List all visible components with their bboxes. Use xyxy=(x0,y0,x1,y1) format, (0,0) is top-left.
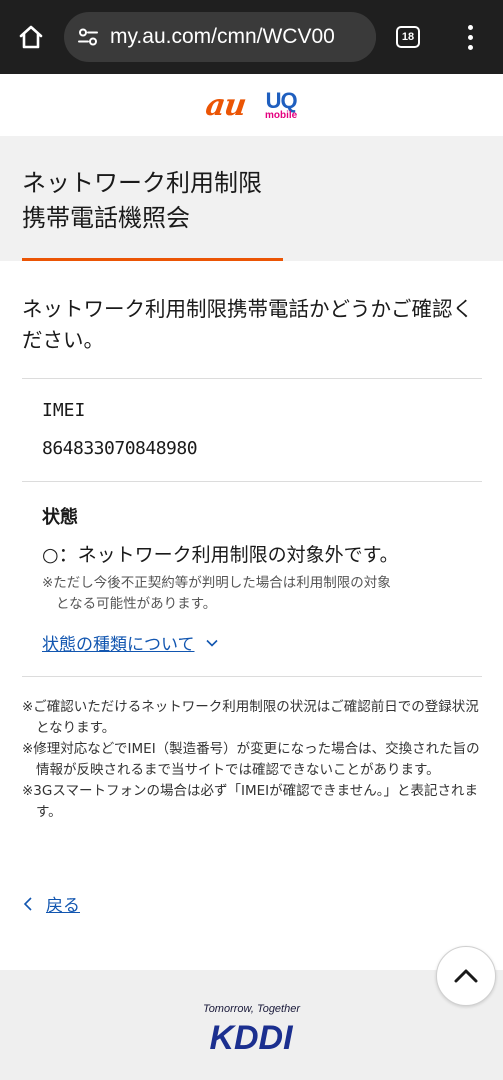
url-text: my.au.com/cmn/WCV00 xyxy=(110,25,335,48)
back-link[interactable]: 戻る xyxy=(22,891,80,916)
page-title: ネットワーク利用制限 携帯電話機照会 xyxy=(22,169,262,232)
title-underline xyxy=(22,258,283,261)
status-label: 状態 xyxy=(42,507,78,528)
back-link-label: 戻る xyxy=(46,896,80,916)
kddi-logo: KDDI xyxy=(209,1019,294,1055)
status-value: ○：ネットワーク利用制限の対象外です。 xyxy=(42,544,399,566)
status-note-line: ※ただし今後不正契約等が判明した場合は利用制限の対象 xyxy=(42,575,391,591)
divider xyxy=(22,378,482,379)
uq-logo-main: UQ xyxy=(265,87,298,113)
imei-value: 864833070848980 xyxy=(42,438,198,459)
chevron-left-icon xyxy=(23,896,32,911)
au-logo: au xyxy=(203,87,248,123)
note-item: ※ご確認いただけるネットワーク利用制限の状況はご確認前日での登録状況となります。 xyxy=(22,699,479,736)
title-band: ネットワーク利用制限 携帯電話機照会 xyxy=(0,136,503,261)
scroll-to-top-button[interactable] xyxy=(436,946,496,1006)
status-types-link-label: 状態の種類について xyxy=(42,635,195,655)
brand-header: au UQ mobile xyxy=(0,74,503,136)
status-types-link[interactable]: 状態の種類について xyxy=(42,630,219,655)
kddi-logo-text: KDDI xyxy=(209,1019,294,1055)
uq-logo-sub: mobile xyxy=(265,109,298,121)
browser-toolbar: my.au.com/cmn/WCV00 18 xyxy=(0,0,503,74)
note-item: ※3Gスマートフォンの場合は必ず「IMEIが確認できません。」と表記されます。 xyxy=(22,783,478,820)
uq-mobile-logo: UQ mobile xyxy=(265,87,298,121)
footer: Tomorrow, Together KDDI xyxy=(0,970,503,1080)
status-note-line: となる可能性があります。 xyxy=(56,596,217,612)
divider xyxy=(22,676,482,677)
note-item: ※修理対応などでIMEI（製造番号）が変更になった場合は、交換された旨の情報が反… xyxy=(22,741,480,778)
status-note: ※ただし今後不正契約等が判明した場合は利用制限の対象 となる可能性があります。 xyxy=(42,573,472,615)
address-bar[interactable]: my.au.com/cmn/WCV00 xyxy=(64,12,376,62)
notes-list: ※ご確認いただけるネットワーク利用制限の状況はご確認前日での登録状況となります。… xyxy=(22,697,484,823)
imei-label: IMEI xyxy=(42,400,86,421)
home-button[interactable] xyxy=(14,20,48,54)
home-icon xyxy=(19,25,43,49)
chevron-down-icon xyxy=(205,639,218,647)
intro-text: ネットワーク利用制限携帯電話かどうかご確認く ださい。 xyxy=(22,297,473,352)
footer-tagline: Tomorrow, Together xyxy=(202,1003,301,1015)
more-vert-icon[interactable] xyxy=(458,20,482,54)
site-settings-icon[interactable] xyxy=(74,23,102,51)
url-fade xyxy=(352,12,376,62)
chevron-up-icon xyxy=(454,969,478,983)
tab-switcher-button[interactable]: 18 xyxy=(396,26,420,48)
divider xyxy=(22,481,482,482)
